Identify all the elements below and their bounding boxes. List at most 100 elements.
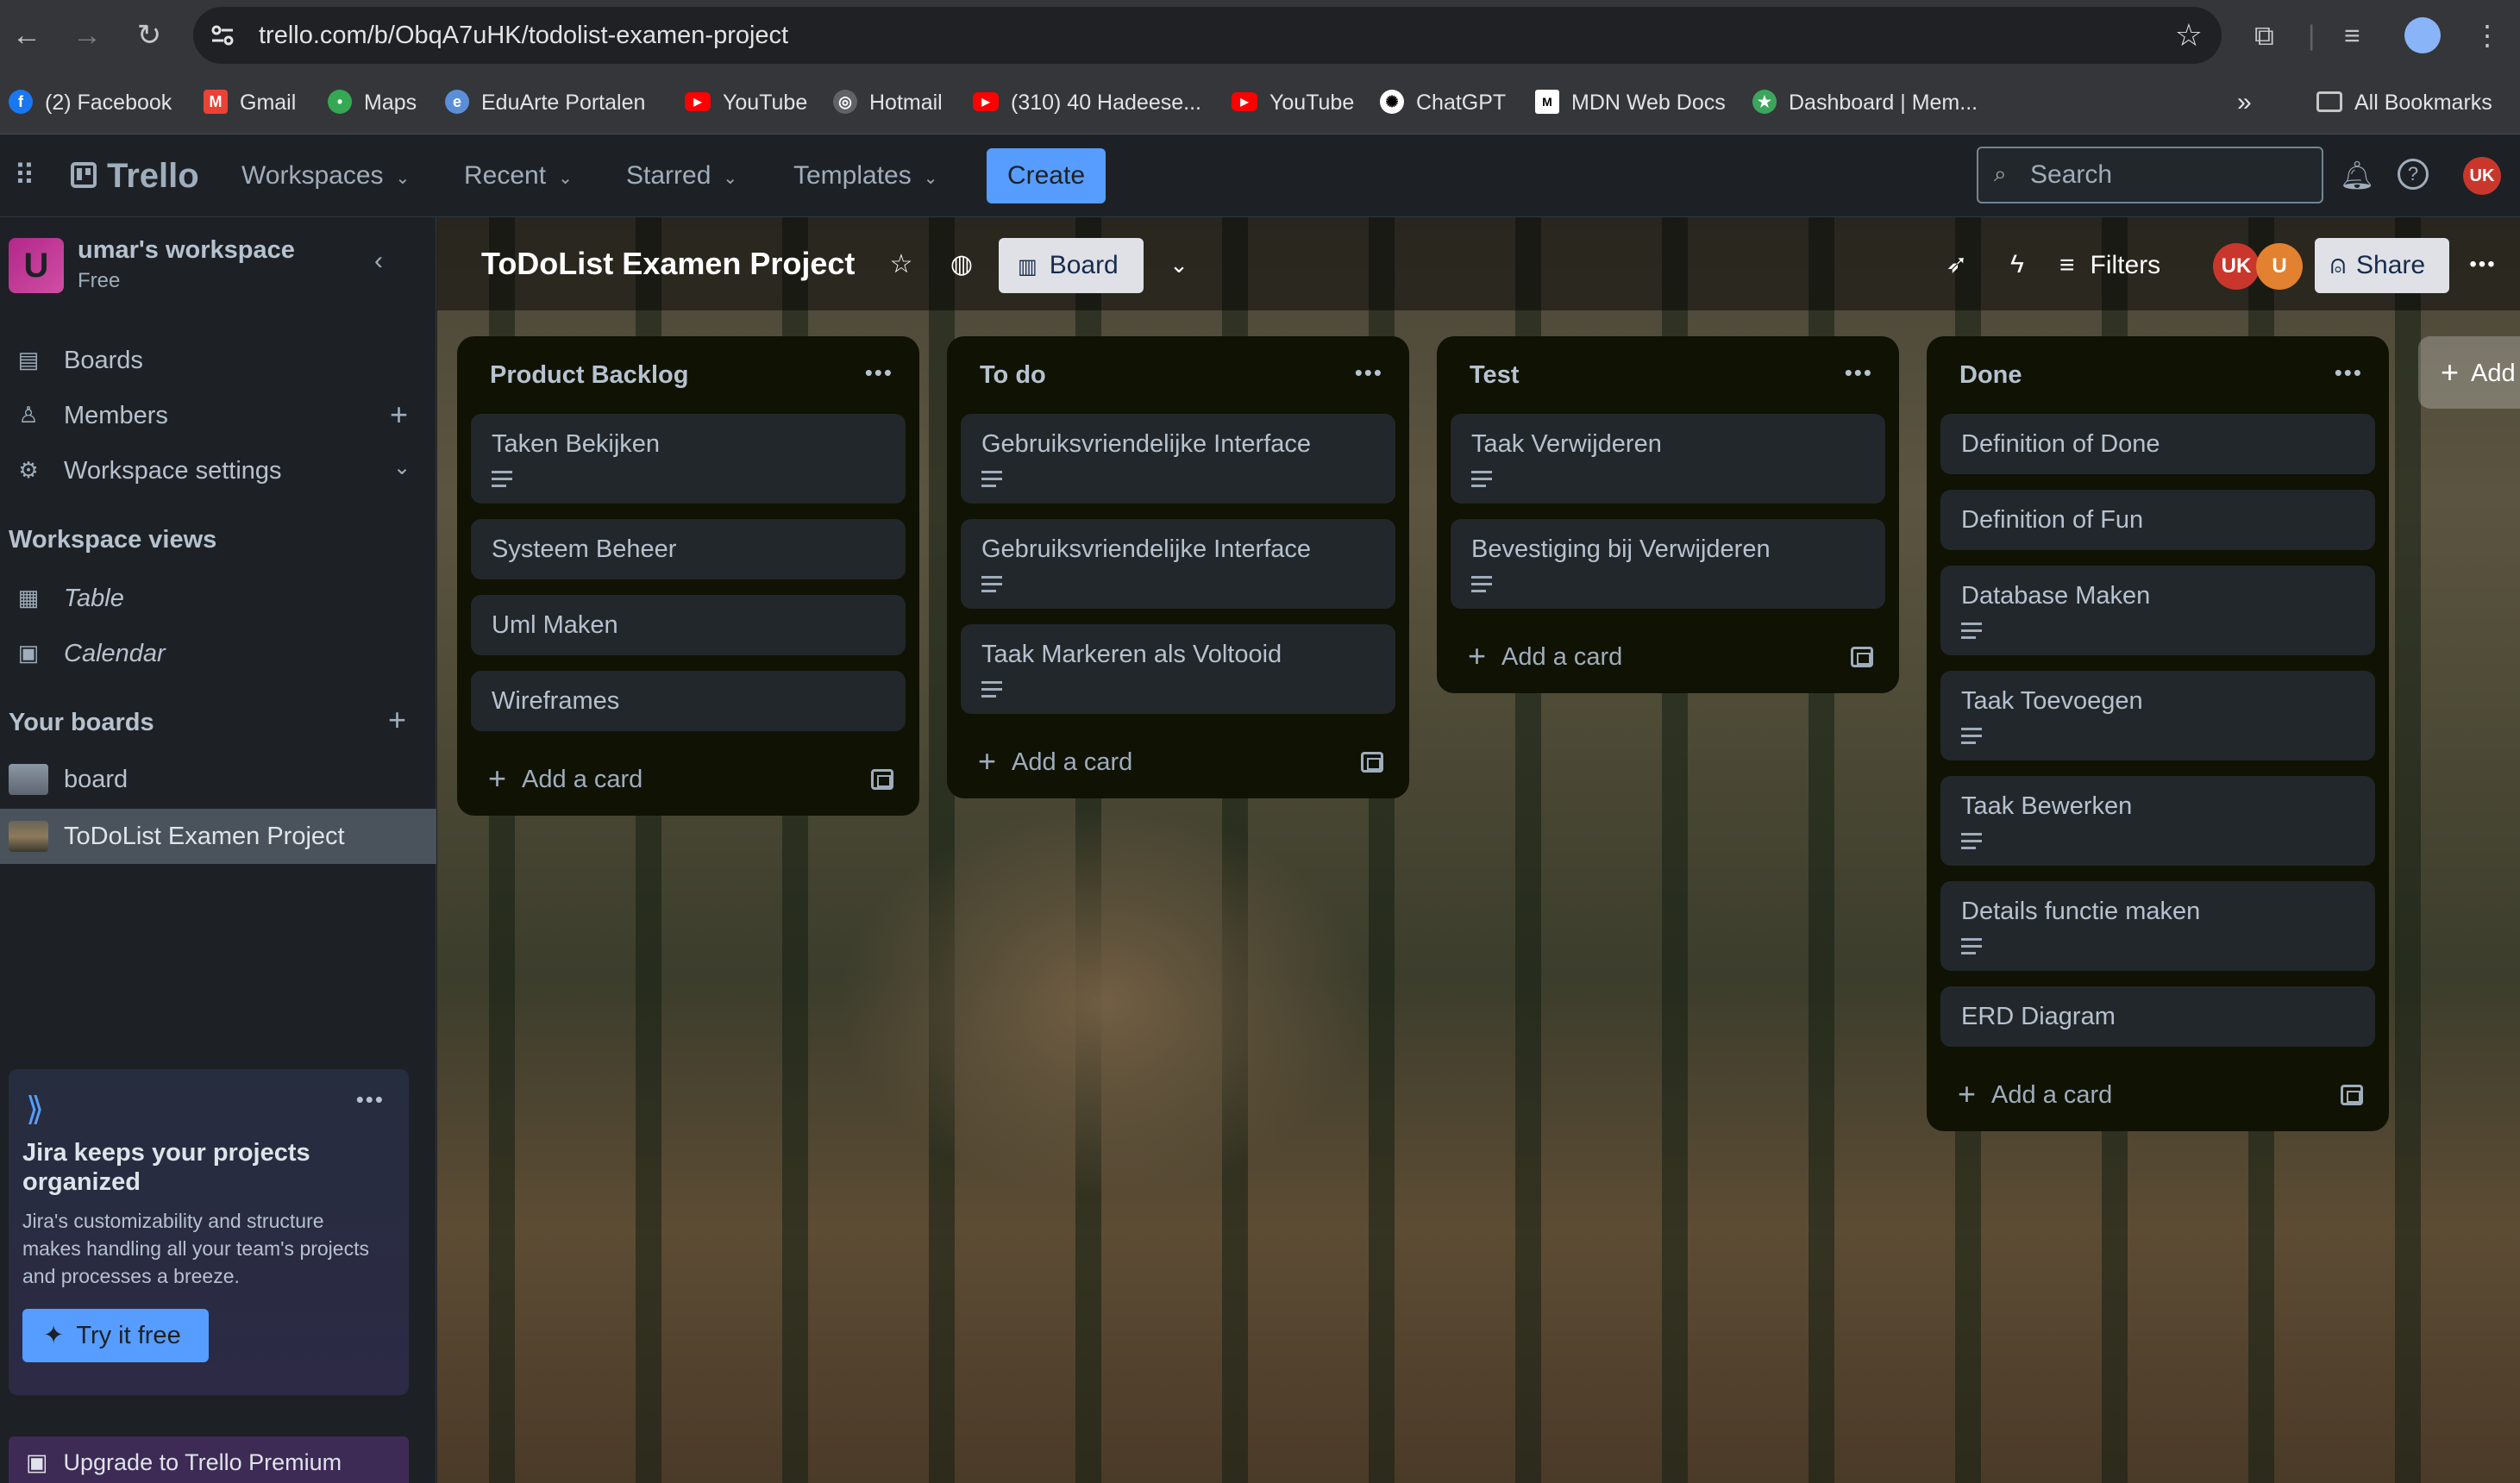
list-title[interactable]: Test <box>1470 336 1519 414</box>
workspace-badge[interactable]: U <box>9 238 64 293</box>
add-card-button[interactable]: + Add a card <box>1437 624 1899 693</box>
bookmark-hotmail[interactable]: ◎ Hotmail <box>833 71 943 135</box>
card[interactable]: Gebruiksvriendelijke Interface <box>961 414 1395 504</box>
upgrade-premium-button[interactable]: ▣ Upgrade to Trello Premium <box>9 1436 409 1483</box>
bookmark-gmail[interactable]: M Gmail <box>204 71 296 135</box>
workspace-name[interactable]: umar's workspace <box>78 236 295 265</box>
card[interactable]: Systeem Beheer <box>471 519 906 579</box>
url-text[interactable]: trello.com/b/ObqA7uHK/todolist-examen-pr… <box>259 7 788 64</box>
member-avatar[interactable]: UK <box>2213 243 2260 290</box>
add-member-icon[interactable]: + <box>390 397 408 433</box>
description-icon <box>492 471 512 490</box>
add-board-icon[interactable]: + <box>388 702 406 738</box>
card[interactable]: Taken Bekijken <box>471 414 906 504</box>
card[interactable]: Bevestiging bij Verwijderen <box>1451 519 1885 609</box>
sidebar-board-todolist[interactable]: ToDoList Examen Project <box>64 823 345 851</box>
nav-recent[interactable]: Recent ⌄ <box>464 135 573 217</box>
list-menu-icon[interactable]: ••• <box>2335 336 2363 409</box>
chevron-down-icon[interactable]: ⌄ <box>393 455 411 480</box>
board-view-button[interactable]: ▥ Board <box>999 238 1144 293</box>
list-menu-icon[interactable]: ••• <box>1355 336 1383 409</box>
user-avatar[interactable]: UK <box>2463 157 2501 195</box>
card-title: Details functie maken <box>1961 898 2201 925</box>
browser-profile-avatar[interactable] <box>2404 17 2441 53</box>
sidebar-board-board[interactable]: board <box>64 766 128 794</box>
list-menu-icon[interactable]: ••• <box>1845 336 1873 409</box>
bookmark-maps[interactable]: • Maps <box>328 71 417 135</box>
bookmark-youtube[interactable]: ▶ YouTube <box>685 71 807 135</box>
member-avatar[interactable]: U <box>2256 243 2303 290</box>
card[interactable]: Details functie maken <box>1940 881 2375 971</box>
app-switcher-icon[interactable]: ⠿ <box>14 135 35 217</box>
card-template-icon[interactable] <box>1361 752 1383 773</box>
nav-templates[interactable]: Templates ⌄ <box>793 135 938 217</box>
sidebar-item-table[interactable]: Table <box>64 585 124 613</box>
card-template-icon[interactable] <box>1851 647 1873 667</box>
reload-icon[interactable]: ↻ <box>129 16 169 55</box>
search-field[interactable]: ⌕ <box>1977 147 2323 203</box>
all-bookmarks[interactable]: All Bookmarks <box>2316 71 2492 135</box>
automation-icon[interactable]: ϟ <box>1999 247 2035 283</box>
card[interactable]: Database Maken <box>1940 566 2375 655</box>
more-options-icon[interactable]: ••• <box>356 1086 385 1113</box>
card[interactable]: Uml Maken <box>471 595 906 655</box>
list-title[interactable]: To do <box>980 336 1046 414</box>
nav-workspaces[interactable]: Workspaces ⌄ <box>241 135 410 217</box>
visibility-icon[interactable]: ◍ <box>943 247 980 283</box>
bookmark-star-icon[interactable]: ☆ <box>2175 17 2203 53</box>
media-control-icon[interactable]: ≡ <box>2344 16 2360 55</box>
card[interactable]: ERD Diagram <box>1940 986 2375 1047</box>
site-settings-icon[interactable] <box>210 24 235 47</box>
add-card-button[interactable]: + Add a card <box>1927 1062 2389 1131</box>
card[interactable]: Definition of Done <box>1940 414 2375 474</box>
bookmark-chatgpt[interactable]: ✺ ChatGPT <box>1380 71 1506 135</box>
address-bar[interactable]: trello.com/b/ObqA7uHK/todolist-examen-pr… <box>193 7 2222 64</box>
chevron-down-icon[interactable]: ⌄ <box>1161 247 1197 283</box>
sidebar-item-boards[interactable]: Boards <box>64 347 143 375</box>
share-button[interactable]: ⍝ Share <box>2315 238 2449 293</box>
extensions-icon[interactable]: ⧉ <box>2254 16 2274 55</box>
power-ups-icon[interactable]: ➶ <box>1939 247 1975 283</box>
notifications-icon[interactable]: 🔔︎ <box>2337 155 2377 195</box>
create-button[interactable]: Create <box>987 148 1106 203</box>
list-menu-icon[interactable]: ••• <box>865 336 893 409</box>
person-icon: ♙ <box>18 402 39 428</box>
collapse-sidebar-icon[interactable]: ‹ <box>374 247 383 276</box>
nav-starred[interactable]: Starred ⌄ <box>626 135 737 217</box>
add-list-button[interactable]: + Add <box>2418 336 2520 409</box>
card[interactable]: Taak Verwijderen <box>1451 414 1885 504</box>
forward-icon[interactable]: → <box>67 16 107 55</box>
bookmark-youtube-2[interactable]: ▶ YouTube <box>1232 71 1354 135</box>
star-icon[interactable]: ☆ <box>883 247 919 283</box>
sidebar-item-members[interactable]: Members <box>64 402 168 430</box>
help-icon[interactable]: ? <box>2398 159 2429 190</box>
trello-logo[interactable]: Trello <box>71 135 199 217</box>
add-card-button[interactable]: + Add a card <box>457 747 919 816</box>
sidebar-item-calendar[interactable]: Calendar <box>64 640 166 668</box>
back-icon[interactable]: ← <box>7 16 47 55</box>
card[interactable]: Taak Markeren als Voltooid <box>961 624 1395 714</box>
bookmark-hadeese[interactable]: ▶ (310) 40 Hadeese... <box>973 71 1201 135</box>
bookmark-dashboard[interactable]: ★ Dashboard | Mem... <box>1752 71 1978 135</box>
add-card-button[interactable]: + Add a card <box>947 729 1409 798</box>
sidebar-item-workspace-settings[interactable]: Workspace settings <box>64 457 282 485</box>
list-title[interactable]: Done <box>1959 336 2022 414</box>
card[interactable]: Taak Toevoegen <box>1940 671 2375 760</box>
card[interactable]: Taak Bewerken <box>1940 776 2375 866</box>
card[interactable]: Wireframes <box>471 671 906 731</box>
bookmark-eduarte[interactable]: e EduArte Portalen <box>445 71 645 135</box>
search-input[interactable] <box>2030 157 2306 193</box>
browser-menu-icon[interactable]: ⋮ <box>2473 16 2501 55</box>
try-it-free-button[interactable]: ✦ Try it free <box>22 1309 209 1362</box>
bookmark-facebook[interactable]: f (2) Facebook <box>9 71 172 135</box>
card[interactable]: Gebruiksvriendelijke Interface <box>961 519 1395 609</box>
more-bookmarks-icon[interactable]: » <box>2237 71 2252 135</box>
filters-button[interactable]: ≡ Filters <box>2059 238 2160 293</box>
bookmark-mdn[interactable]: M MDN Web Docs <box>1535 71 1726 135</box>
board-menu-icon[interactable]: ••• <box>2465 247 2501 283</box>
list-title[interactable]: Product Backlog <box>490 336 688 414</box>
card[interactable]: Definition of Fun <box>1940 490 2375 550</box>
card-template-icon[interactable] <box>2341 1085 2363 1105</box>
board-title[interactable]: ToDoList Examen Project <box>481 217 855 310</box>
card-template-icon[interactable] <box>871 769 893 790</box>
